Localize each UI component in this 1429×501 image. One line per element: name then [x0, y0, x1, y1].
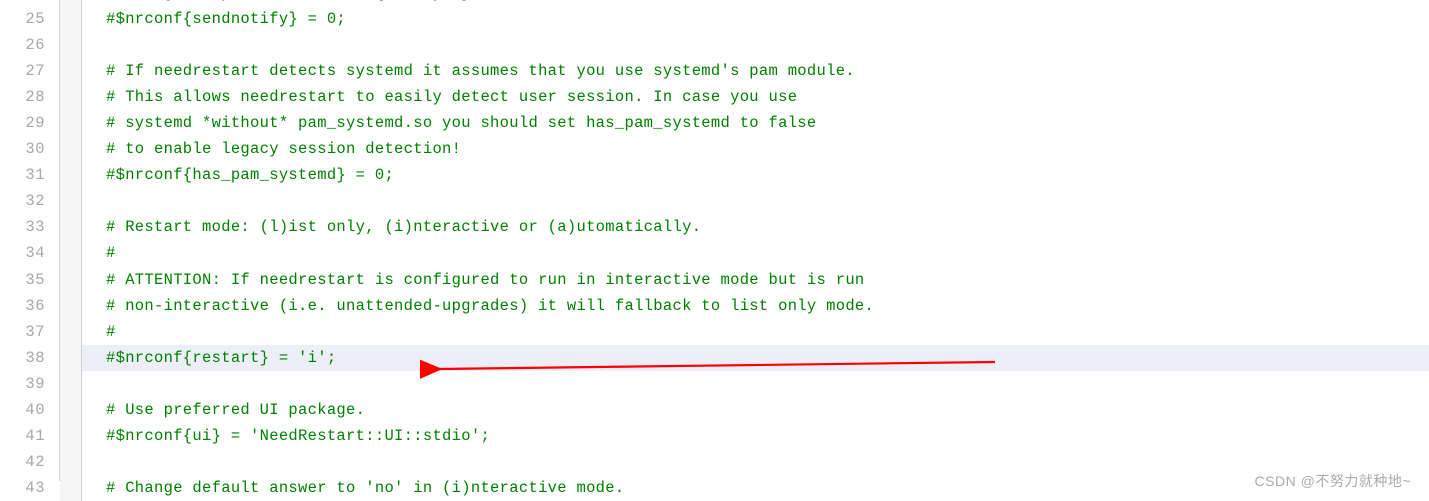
- line-number: 31: [0, 162, 59, 188]
- code-line: # ATTENTION: If needrestart is configure…: [106, 267, 1429, 293]
- line-number: 26: [0, 32, 59, 58]
- watermark: CSDN @不努力就种地~: [1255, 471, 1411, 491]
- code-editor: 2425262728293031323334353637383940414243…: [0, 0, 1429, 501]
- code-line: [106, 371, 1429, 397]
- line-number: 32: [0, 188, 59, 214]
- line-number: 36: [0, 293, 59, 319]
- code-line: # to enable legacy session detection!: [106, 136, 1429, 162]
- line-number: 27: [0, 58, 59, 84]
- code-line: [106, 188, 1429, 214]
- line-number: 34: [0, 240, 59, 266]
- code-line: # non-interactive (i.e. unattended-upgra…: [106, 293, 1429, 319]
- fold-gutter: [60, 0, 82, 501]
- code-line: #$nrconf{has_pam_systemd} = 0;: [106, 162, 1429, 188]
- code-line: #$nrconf{ui} = 'NeedRestart::UI::stdio';: [106, 423, 1429, 449]
- line-number: 33: [0, 214, 59, 240]
- code-line: # Use preferred UI package.: [106, 397, 1429, 423]
- line-number: 28: [0, 84, 59, 110]
- code-line: # This allows needrestart to easily dete…: [106, 84, 1429, 110]
- line-number: 39: [0, 371, 59, 397]
- line-number: 25: [0, 6, 59, 32]
- code-line: [106, 32, 1429, 58]
- line-numbers: 2425262728293031323334353637383940414243: [0, 0, 60, 481]
- code-line: # Restart mode: (l)ist only, (i)nteracti…: [106, 214, 1429, 240]
- code-area[interactable]: # using scripts from $nrconf{notify_d}.#…: [82, 0, 1429, 501]
- code-line: [106, 449, 1429, 475]
- line-number: 35: [0, 267, 59, 293]
- line-number: 43: [0, 475, 59, 501]
- code-line: #: [106, 319, 1429, 345]
- code-line: # systemd *without* pam_systemd.so you s…: [106, 110, 1429, 136]
- code-line: # Change default answer to 'no' in (i)nt…: [106, 475, 1429, 501]
- line-number: 37: [0, 319, 59, 345]
- gutter: 2425262728293031323334353637383940414243: [0, 0, 82, 501]
- line-number: 40: [0, 397, 59, 423]
- line-number: 29: [0, 110, 59, 136]
- line-number: 42: [0, 449, 59, 475]
- code-line: #$nrconf{sendnotify} = 0;: [106, 6, 1429, 32]
- line-number: 38: [0, 345, 59, 371]
- line-number: 41: [0, 423, 59, 449]
- line-number: 30: [0, 136, 59, 162]
- code-line: # If needrestart detects systemd it assu…: [106, 58, 1429, 84]
- code-line: #: [106, 240, 1429, 266]
- code-line: #$nrconf{restart} = 'i';: [82, 345, 1429, 371]
